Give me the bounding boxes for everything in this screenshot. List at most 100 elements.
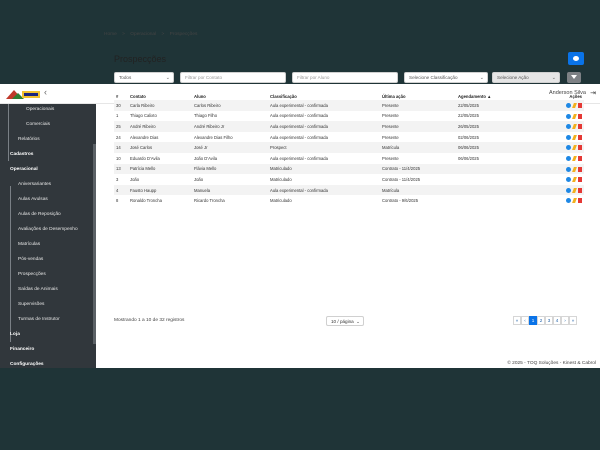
view-icon[interactable] [566,166,571,172]
logout-icon[interactable]: ⇥ [590,89,596,97]
view-icon[interactable] [566,198,571,204]
page-button[interactable]: 1 [529,316,537,325]
sidebar-item-operacional[interactable]: Operacional [10,167,38,172]
delete-icon[interactable] [578,177,582,183]
filter-icon[interactable] [567,72,581,83]
sidebar-item-avaliacoes[interactable]: Avaliações de Desempenho [18,227,78,232]
cell-aluno: João [194,176,204,182]
edit-icon[interactable] [572,166,577,172]
table-row[interactable]: 3 João João Matriculado Contrato - 11/4/2025 [114,174,584,185]
status-select[interactable]: Todos ⌄ [114,72,174,83]
edit-icon[interactable] [572,177,577,183]
table-row[interactable]: 24 Alexandre Dias Alexandre Dias Filho Aula… [114,132,584,143]
delete-icon[interactable] [578,124,582,130]
sidebar-item-supervisoes[interactable]: Supervisões [18,302,44,307]
cell-contato: Alexandre Dias [130,134,159,140]
cell-agendamento [456,195,536,206]
cell-contato: José Carlos [128,142,192,153]
contato-filter-input[interactable]: Filtrar por Contato [180,72,286,83]
edit-icon[interactable] [572,145,577,151]
delete-icon[interactable] [578,166,582,172]
edit-icon[interactable] [572,134,577,140]
breadcrumb-home[interactable]: Home [104,32,117,37]
cell-agendamento [456,184,536,196]
edit-icon[interactable] [572,198,577,204]
cell-acoes [536,174,584,185]
sidebar-item-turmas-instrutor[interactable]: Turmas de Instrutor [18,317,60,322]
footer-text: © 2025 - TOQ Soluções - Kinest & Cabrol [507,361,596,366]
table-row[interactable]: 8 Ronaldo Troncha Ricardo Troncha Matricula… [114,195,584,206]
page-button[interactable]: « [513,316,521,325]
page-button[interactable]: ‹ [521,316,529,325]
edit-icon[interactable] [572,187,577,193]
sidebar-item-cadastros[interactable]: Cadastros [10,152,33,157]
delete-icon[interactable] [578,145,582,151]
table-row[interactable]: 13 Patrícia Mello Flávia Mello Matriculado C… [114,163,584,175]
edit-icon[interactable] [572,113,577,119]
page-title: Prospecções [114,54,167,64]
view-icon[interactable] [566,155,571,161]
table-row[interactable]: 30 Carla Ribeiro Carlos Ribeiro Aula experi… [114,100,584,111]
sidebar-item-aniversariantes[interactable]: Aniversariantes [18,182,51,187]
page-button[interactable]: » [569,316,577,325]
sidebar-item-financeiro[interactable]: Financeiro [10,347,34,352]
sidebar-scrollbar[interactable] [93,144,96,344]
per-page-select[interactable]: 10 / página ⌄ [326,316,364,326]
view-icon[interactable] [566,134,571,140]
edit-icon[interactable] [572,102,577,108]
column-header-contato[interactable]: Contato [128,92,192,100]
view-icon[interactable] [566,113,571,119]
table-row[interactable]: 10 Eduardo D'Avila João D'Avila Aula experi… [114,153,584,164]
sidebar-item-pos-vendas[interactable]: Pós-vendas [18,257,43,262]
delete-icon[interactable] [578,134,582,140]
view-icon[interactable] [566,102,571,108]
table-header-row: # Contato Aluno Classificação Última açã… [114,92,584,100]
page-button[interactable]: 4 [553,316,561,325]
sidebar-item-prospeccoes[interactable]: Prospecções [18,272,46,277]
sidebar-item-comerciais[interactable]: Comerciais [26,122,50,127]
sidebar-item-aulas-avulsas[interactable]: Aulas Avulsas [18,197,48,202]
sidebar-item-operacionais[interactable]: Operacionais [26,107,54,112]
page-button[interactable]: › [561,316,569,325]
delete-icon[interactable] [578,198,582,204]
view-icon[interactable] [566,187,571,193]
acao-select[interactable]: Selecione Ação ⌄ [492,72,560,83]
cell-aluno: Carlos Ribeiro [192,100,268,111]
cell-classificacao: Aula experimental - confirmada [270,134,328,140]
results-count: Mostrando 1 a 10 de 32 registros [114,318,185,323]
sidebar-item-saidas-animais[interactable]: Saídas de Animais [18,287,58,292]
edit-icon[interactable] [572,155,577,161]
add-prospeccao-button[interactable] [568,52,584,65]
view-icon[interactable] [566,124,571,130]
sidebar-item-matriculas[interactable]: Matrículas [18,242,40,247]
sidebar-item-loja[interactable]: Loja [10,332,20,337]
delete-icon[interactable] [578,187,582,193]
breadcrumb-section[interactable]: Operacional [130,32,156,37]
column-header-agendamento[interactable]: Agendamento ▲ [456,92,536,100]
delete-icon[interactable] [578,155,582,161]
chevron-down-icon: ⌄ [479,75,484,81]
table-row[interactable]: 4 Fausto Haupp Manuela Aula experimental - … [114,184,584,196]
cell-classificacao: Matriculado [268,163,380,175]
cell-aluno: João D'Avila [194,155,218,161]
delete-icon[interactable] [578,113,582,119]
delete-icon[interactable] [578,102,582,108]
page-button[interactable]: 2 [537,316,545,325]
table-row[interactable]: 14 José Carlos José Jr Prospect Matrícula 06/… [114,142,584,153]
column-header-aluno[interactable]: Aluno [192,92,268,100]
cell-contato: Fausto Haupp [128,184,192,196]
column-header-ultima-acao[interactable]: Última ação [380,92,456,100]
page-button[interactable]: 3 [545,316,553,325]
edit-icon[interactable] [572,124,577,130]
sidebar-item-relatorios[interactable]: Relatórios [18,137,40,142]
sidebar-item-configuracoes[interactable]: Configurações [10,362,44,367]
table-row[interactable]: 25 André Ribeiro André Ribeiro Jr Aula expe… [114,121,584,132]
table-row[interactable]: 1 Thiago Calixto Thiago Filho Aula experime… [114,111,584,122]
column-header-classificacao[interactable]: Classificação [268,92,380,100]
sidebar-item-aulas-reposicao[interactable]: Aulas de Reposição [18,212,61,217]
view-icon[interactable] [566,145,571,151]
chevron-left-icon[interactable]: ‹ [44,87,47,97]
classificacao-select[interactable]: Selecione Classificação ⌄ [404,72,488,83]
view-icon[interactable] [566,177,571,183]
aluno-filter-input[interactable]: Filtrar por Aluno [292,72,398,83]
